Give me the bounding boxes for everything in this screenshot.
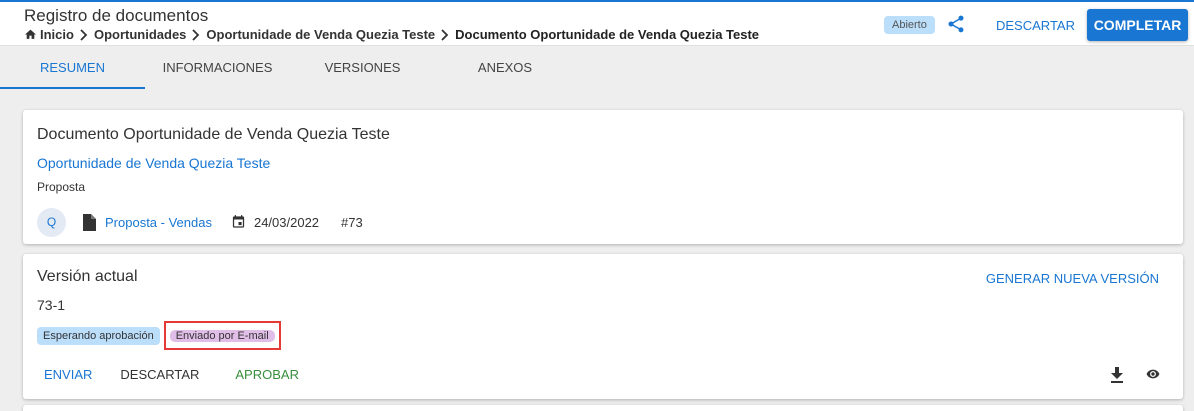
version-badges: Esperando aprobación Enviado por E-mail: [37, 321, 281, 350]
document-number: #73: [341, 214, 363, 230]
download-icon[interactable]: [1110, 367, 1124, 388]
eye-icon[interactable]: [1144, 367, 1162, 386]
discard-version-button[interactable]: DESCARTAR: [109, 363, 210, 386]
avatar[interactable]: Q: [37, 207, 66, 237]
share-icon[interactable]: [946, 14, 966, 39]
send-button[interactable]: ENVIAR: [33, 363, 103, 386]
status-badge: Abierto: [884, 16, 935, 34]
chevron-right-icon: [440, 28, 450, 41]
breadcrumb-opportunities[interactable]: Oportunidades: [94, 27, 186, 42]
breadcrumb-opportunity[interactable]: Oportunidade de Venda Quezia Teste: [206, 27, 435, 42]
breadcrumb-home[interactable]: Inicio: [40, 27, 74, 42]
document-summary-card: Documento Oportunidade de Venda Quezia T…: [23, 110, 1183, 244]
breadcrumb-current: Documento Oportunidade de Venda Quezia T…: [455, 27, 760, 42]
next-card: [23, 405, 1183, 411]
app-title: Registro de documentos: [24, 6, 209, 25]
approve-button[interactable]: APROBAR: [224, 363, 310, 386]
app-header: Registro de documentos Inicio Oportunida…: [0, 0, 1194, 46]
chevron-right-icon: [191, 28, 201, 41]
version-number: 73-1: [37, 297, 66, 313]
tab-informaciones[interactable]: INFORMACIONES: [145, 47, 290, 89]
status-badge-awaiting-approval: Esperando aprobación: [37, 326, 160, 345]
template-link[interactable]: Proposta - Vendas: [105, 215, 212, 230]
version-title: Versión actual: [37, 268, 138, 285]
tab-versiones[interactable]: VERSIONES: [290, 47, 435, 89]
document-date: 24/03/2022: [253, 214, 320, 230]
status-badge-sent-email: Enviado por E-mail: [169, 330, 275, 342]
document-meta: Q Proposta - Vendas 24/03/2022 #73: [37, 207, 363, 237]
home-icon[interactable]: [24, 28, 37, 41]
tab-anexos[interactable]: ANEXOS: [435, 47, 575, 89]
document-title: Documento Oportunidade de Venda Quezia T…: [37, 126, 390, 143]
highlight-box: Enviado por E-mail: [163, 321, 281, 350]
calendar-icon: [231, 214, 246, 230]
document-type: Proposta: [37, 180, 86, 194]
chevron-right-icon: [79, 28, 89, 41]
current-version-card: Versión actual GENERAR NUEVA VERSIÓN 73-…: [23, 254, 1183, 399]
version-actions: ENVIAR DESCARTAR APROBAR: [33, 363, 310, 386]
tab-bar: RESUMEN INFORMACIONES VERSIONES ANEXOS: [0, 47, 1194, 89]
complete-button[interactable]: COMPLETAR: [1087, 9, 1188, 41]
discard-button[interactable]: DESCARTAR: [984, 13, 1087, 39]
tab-resumen[interactable]: RESUMEN: [0, 47, 145, 89]
file-icon: [82, 213, 96, 231]
opportunity-link[interactable]: Oportunidade de Venda Quezia Teste: [37, 155, 270, 171]
generate-version-button[interactable]: GENERAR NUEVA VERSIÓN: [986, 271, 1159, 286]
breadcrumb: Inicio Oportunidades Oportunidade de Ven…: [24, 27, 759, 42]
